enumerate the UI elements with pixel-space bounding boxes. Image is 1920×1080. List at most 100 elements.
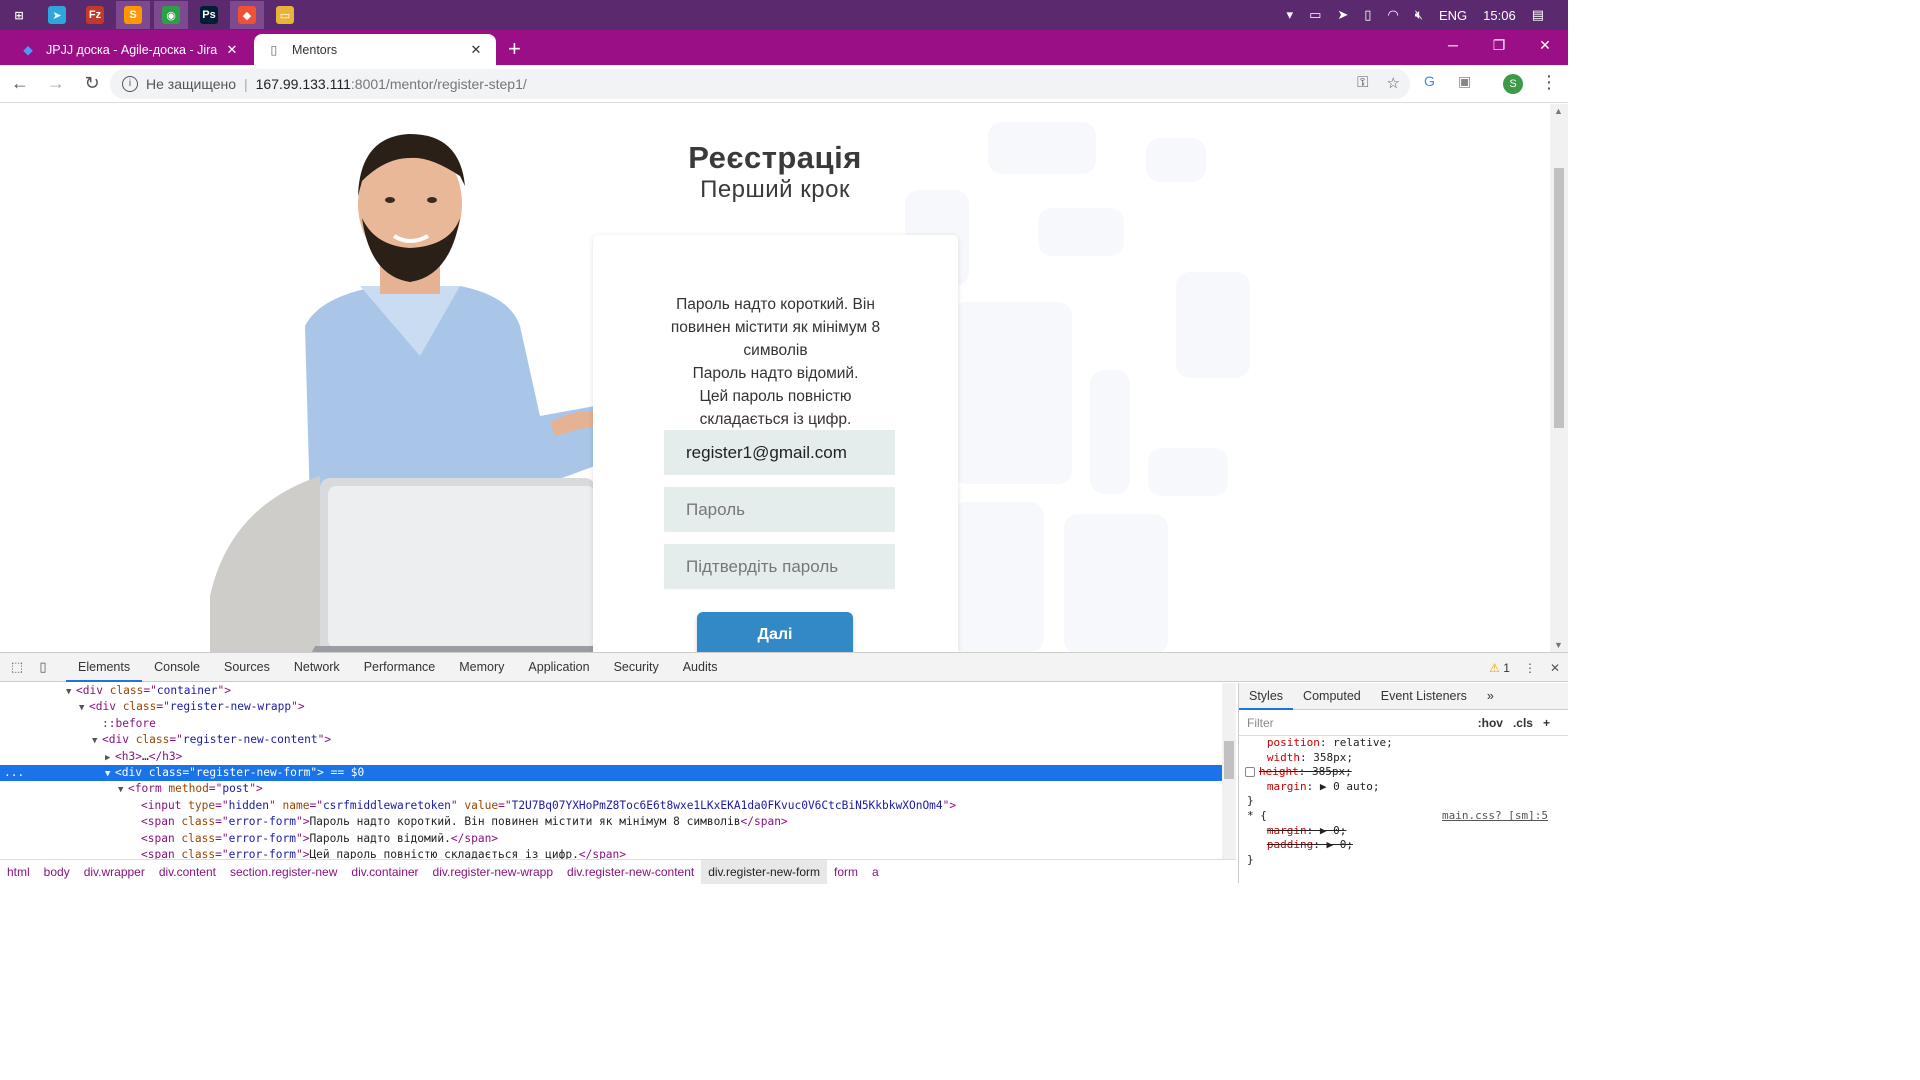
tab-security[interactable]: Security <box>602 653 671 682</box>
volume-muted-icon[interactable]: 🔇︎ <box>1415 7 1423 23</box>
scroll-up-icon[interactable]: ▲ <box>1554 106 1563 116</box>
taskbar-app[interactable]: Fz <box>78 1 112 29</box>
style-declaration[interactable]: width: 358px; <box>1247 751 1568 766</box>
tab-performance[interactable]: Performance <box>352 653 448 682</box>
back-icon[interactable]: ← <box>4 73 36 94</box>
scrollbar-thumb[interactable] <box>1224 741 1234 779</box>
language-indicator[interactable]: ENG <box>1439 8 1467 23</box>
rule-end[interactable]: } <box>1247 853 1568 868</box>
scroll-down-icon[interactable]: ▼ <box>1554 640 1563 650</box>
warning-icon[interactable]: ⚠ 1 <box>1489 661 1510 675</box>
taskbar-app[interactable]: ◆ <box>230 1 264 29</box>
translate-icon[interactable]: G <box>1424 73 1435 89</box>
taskbar-app[interactable]: ◉ <box>154 1 188 29</box>
breadcrumb-item[interactable]: div.wrapper <box>77 860 152 884</box>
restore-icon[interactable]: ❐ <box>1476 30 1522 60</box>
breadcrumb-item[interactable]: div.container <box>344 860 425 884</box>
dom-node[interactable]: <span class="error-form">Цей пароль повн… <box>0 847 1222 859</box>
security-status[interactable]: Не защищено <box>146 76 236 92</box>
inspect-icon[interactable]: ⬚ <box>4 659 30 675</box>
taskbar-app[interactable]: S <box>116 1 150 29</box>
hov-toggle[interactable]: :hov <box>1478 716 1503 730</box>
dom-node[interactable]: ▶ <h3>…</h3> <box>0 749 1222 765</box>
tab-mentors[interactable]: ▯ Mentors ✕ <box>254 34 496 65</box>
rule-end[interactable]: } <box>1247 794 1568 809</box>
dom-node[interactable]: <span class="error-form">Пароль надто ко… <box>0 814 1222 830</box>
clock[interactable]: 15:06 <box>1483 8 1516 23</box>
breadcrumb-item[interactable]: section.register-new <box>223 860 344 884</box>
tab-memory[interactable]: Memory <box>447 653 516 682</box>
bookmark-star-icon[interactable]: ☆ <box>1387 74 1400 92</box>
new-tab-icon[interactable]: + <box>508 36 521 62</box>
reload-icon[interactable]: ↻ <box>76 73 108 94</box>
style-declaration[interactable]: margin: ▶ 0; <box>1247 824 1568 839</box>
breadcrumb-item[interactable]: html <box>0 860 37 884</box>
style-declaration[interactable]: position: relative; <box>1247 736 1568 751</box>
add-rule-icon[interactable]: + <box>1543 716 1550 730</box>
devtools-close-icon[interactable]: ✕ <box>1550 661 1560 675</box>
taskbar-app[interactable]: ▭ <box>268 1 302 29</box>
styles-filter[interactable]: Filter :hov .cls + <box>1239 710 1568 736</box>
filter-input[interactable]: Filter <box>1247 716 1274 730</box>
cls-toggle[interactable]: .cls <box>1513 716 1533 730</box>
scrollbar-thumb[interactable] <box>1554 168 1564 428</box>
device-toolbar-icon[interactable]: ▯ <box>30 659 56 675</box>
tab-audits[interactable]: Audits <box>671 653 730 682</box>
close-tab-icon[interactable]: ✕ <box>468 42 484 58</box>
dom-node[interactable]: ▼ <div class="container"> <box>0 683 1222 699</box>
dom-tree[interactable]: ▼ <div class="container"> ▼ <div class="reg… <box>0 683 1222 859</box>
style-rule-header[interactable]: main.css? [sm]:5 * { <box>1247 809 1568 824</box>
breadcrumb-item[interactable]: div.register-new-wrapp <box>426 860 561 884</box>
password-field[interactable] <box>664 487 895 532</box>
tray-chevron-icon[interactable]: ▾ <box>1287 7 1294 23</box>
email-field[interactable] <box>664 430 895 475</box>
chrome-menu-icon[interactable]: ⋮ <box>1540 72 1558 93</box>
address-bar[interactable]: i Не защищено | 167.99.133.111 :8001/men… <box>110 69 1410 99</box>
breadcrumb-item[interactable]: div.content <box>152 860 223 884</box>
styles-tab[interactable]: » <box>1477 683 1504 710</box>
tab-application[interactable]: Application <box>516 653 601 682</box>
breadcrumb-item[interactable]: div.register-new-content <box>560 860 701 884</box>
styles-tab[interactable]: Computed <box>1293 683 1371 710</box>
dom-node[interactable]: ... ▼ <div class="register-new-form"> == $… <box>0 764 1222 782</box>
dom-node[interactable]: <input type="hidden" name="csrfmiddlewar… <box>0 798 1222 814</box>
next-button[interactable]: Далі <box>697 612 853 652</box>
styles-tab[interactable]: Styles <box>1239 683 1294 710</box>
dom-node[interactable]: <span class="error-form">Пароль надто ві… <box>0 831 1222 847</box>
taskbar-app[interactable]: ⊞ <box>2 1 36 29</box>
taskbar-app[interactable]: ➤ <box>40 1 74 29</box>
dom-node[interactable]: ::before <box>0 716 1222 732</box>
tab-network[interactable]: Network <box>282 653 352 682</box>
dom-node[interactable]: ▼ <form method="post"> <box>0 781 1222 797</box>
tab-elements[interactable]: Elements <box>66 653 143 682</box>
tab-console[interactable]: Console <box>142 653 212 682</box>
tab-jira[interactable]: ◆ JPJJ доска - Agile-доска - Jira ✕ <box>8 34 252 65</box>
style-declaration[interactable]: padding: ▶ 0; <box>1247 838 1568 853</box>
info-icon[interactable]: i <box>122 76 138 92</box>
style-declaration[interactable]: margin: ▶ 0 auto; <box>1247 780 1568 795</box>
breadcrumb-item[interactable]: a <box>865 860 886 884</box>
dom-scrollbar[interactable] <box>1222 683 1236 859</box>
minimize-icon[interactable]: ─ <box>1430 30 1476 60</box>
tab-sources[interactable]: Sources <box>212 653 282 682</box>
battery-icon[interactable]: ▭ <box>1309 7 1321 23</box>
confirm-password-field[interactable] <box>664 544 895 589</box>
notifications-icon[interactable]: ▤ <box>1532 7 1544 23</box>
usb-icon[interactable]: ▯ <box>1364 7 1371 23</box>
dom-node[interactable]: ▼ <div class="register-new-content"> <box>0 732 1222 748</box>
close-tab-icon[interactable]: ✕ <box>224 42 240 58</box>
extension-icon[interactable]: ▣ <box>1458 73 1471 90</box>
breadcrumb-item[interactable]: form <box>827 860 865 884</box>
dom-node[interactable]: ▼ <div class="register-new-wrapp"> <box>0 699 1222 715</box>
wifi-icon[interactable]: ◠ <box>1387 7 1398 23</box>
styles-tab[interactable]: Event Listeners <box>1371 683 1477 710</box>
forward-icon[interactable]: → <box>40 73 72 94</box>
breadcrumb-item[interactable]: body <box>37 860 77 884</box>
key-icon[interactable]: ⚿ <box>1357 74 1368 92</box>
style-declaration[interactable]: height: 385px; <box>1245 765 1568 780</box>
close-window-icon[interactable]: ✕ <box>1522 30 1568 60</box>
taskbar-app[interactable]: Ps <box>192 1 226 29</box>
breadcrumb-item[interactable]: div.register-new-form <box>701 859 828 884</box>
devtools-menu-icon[interactable]: ⋮ <box>1524 661 1536 675</box>
page-scrollbar[interactable]: ▲ ▼ <box>1550 104 1568 652</box>
